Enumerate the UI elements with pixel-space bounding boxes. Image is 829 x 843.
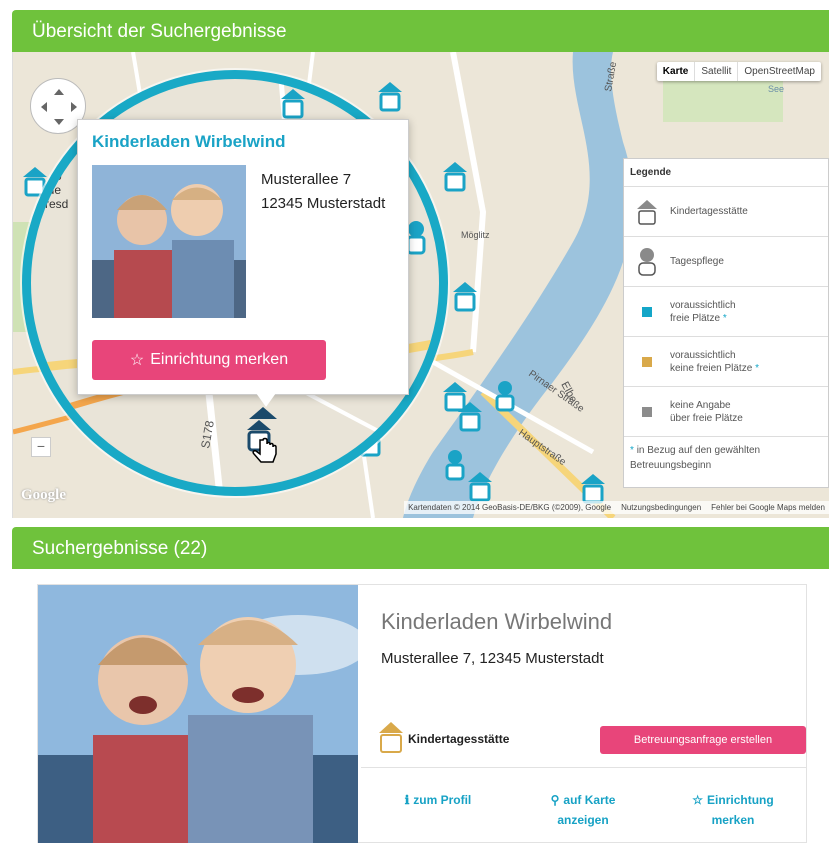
result-address: Musterallee 7, 12345 Musterstadt [381, 650, 604, 667]
report-error-link[interactable]: Fehler bei Google Maps melden [711, 503, 825, 512]
legend-row-kita: Kindertagesstätte [624, 187, 828, 237]
map-section-title: Übersicht der Suchergebnisse [32, 21, 287, 42]
map-data-credit: Kartendaten © 2014 GeoBasis-DE/BKG (©200… [408, 503, 612, 512]
chevron-right-icon [71, 102, 77, 112]
popup-address-line2: 12345 Musterstadt [261, 195, 386, 212]
street-label: Möglitz [461, 230, 490, 240]
house-icon [378, 720, 404, 759]
legend-label: Kindertagesstätte [670, 206, 748, 217]
popup-title[interactable]: Kinderladen Wirbelwind [92, 132, 285, 152]
status-full-swatch [642, 356, 652, 367]
map-attribution: Kartendaten © 2014 GeoBasis-DE/BKG (©200… [404, 501, 829, 514]
selected-marker[interactable] [245, 418, 285, 473]
map-type-satellit-button[interactable]: Satellit [695, 62, 739, 81]
result-name[interactable]: Kinderladen Wirbelwind [381, 609, 612, 635]
legend-row-full: voraussichtlich keine freien Plätze * [624, 337, 828, 387]
legend-note-marker: * [630, 445, 634, 456]
map-type-karte-button[interactable]: Karte [657, 62, 696, 81]
divider [361, 767, 806, 768]
legend-row-unknown: keine Angabe über freie Plätze [624, 387, 828, 437]
terms-link[interactable]: Nutzungsbedingungen [621, 503, 701, 512]
legend-row-tagespflege: Tagespflege [624, 237, 828, 287]
popup-pointer [256, 393, 276, 407]
result-photo[interactable] [38, 585, 358, 843]
map-legend: Legende Kindertagesstätte Tagespflege vo… [623, 158, 829, 488]
zoom-out-button[interactable]: − [31, 437, 51, 457]
legend-title: Legende [624, 159, 828, 187]
popup-address-line1: Musterallee 7 [261, 171, 352, 188]
map-type-osm-button[interactable]: OpenStreetMap [738, 62, 821, 81]
info-icon: ℹ [404, 793, 410, 807]
create-request-button[interactable]: Betreuungsanfrage erstellen [600, 726, 806, 754]
result-type-label: Kindertagesstätte [408, 732, 510, 746]
legend-marker: * [755, 362, 759, 374]
show-on-map-link[interactable]: ⚲ auf Karte anzeigen [533, 790, 633, 830]
chevron-left-icon [41, 102, 47, 112]
popup-save-facility-button[interactable]: ☆ Einrichtung merken [92, 340, 326, 380]
popup-address: Musterallee 7 12345 Musterstadt [261, 168, 385, 216]
legend-label-line2: über freie Plätze [670, 412, 743, 424]
legend-note: * in Bezug auf den gewählten Betreuungsb… [624, 437, 828, 479]
star-icon: ☆ [129, 352, 145, 369]
view-profile-link[interactable]: ℹ zum Profil [393, 790, 483, 810]
person-icon [624, 247, 670, 277]
street-label: See [768, 84, 784, 94]
partial-map-labels: Mo ide resd [45, 169, 69, 211]
legend-label-line2: keine freien Plätze [670, 362, 753, 374]
map-type-switcher: Karte Satellit OpenStreetMap [656, 62, 821, 81]
legend-note-text: in Bezug auf den gewählten Betreuungsbeg… [630, 445, 761, 471]
chevron-down-icon [54, 119, 64, 125]
legend-marker: * [722, 312, 727, 324]
map-info-popup: Kinderladen Wirbelwind Musterallee 7 123… [77, 119, 409, 395]
results-section-header: Suchergebnisse (22) [12, 527, 829, 569]
map-pin-icon: ⚲ [550, 793, 560, 807]
status-unknown-swatch [642, 406, 652, 417]
result-card: Kinderladen Wirbelwind Musterallee 7, 12… [37, 584, 807, 843]
legend-label: Tagespflege [670, 256, 724, 267]
legend-row-free: voraussichtlich freie Plätze * [624, 287, 828, 337]
legend-label-line1: voraussichtlich [670, 299, 736, 311]
house-icon [624, 198, 670, 226]
results-section-title: Suchergebnisse (22) [32, 538, 208, 559]
star-icon: ☆ [692, 793, 704, 807]
google-logo: Google [21, 487, 66, 503]
popup-save-facility-label: Einrichtung merken [150, 351, 289, 368]
map-section-header: Übersicht der Suchergebnisse [12, 10, 829, 52]
legend-label-line1: keine Angabe [670, 399, 731, 411]
chevron-up-icon [54, 89, 64, 95]
popup-photo [92, 165, 246, 318]
legend-label-line2: freie Plätze [670, 312, 721, 324]
legend-label-line1: voraussichtlich [670, 349, 736, 361]
save-facility-link[interactable]: ☆ Einrichtung merken [678, 790, 788, 830]
status-free-swatch [642, 306, 652, 317]
